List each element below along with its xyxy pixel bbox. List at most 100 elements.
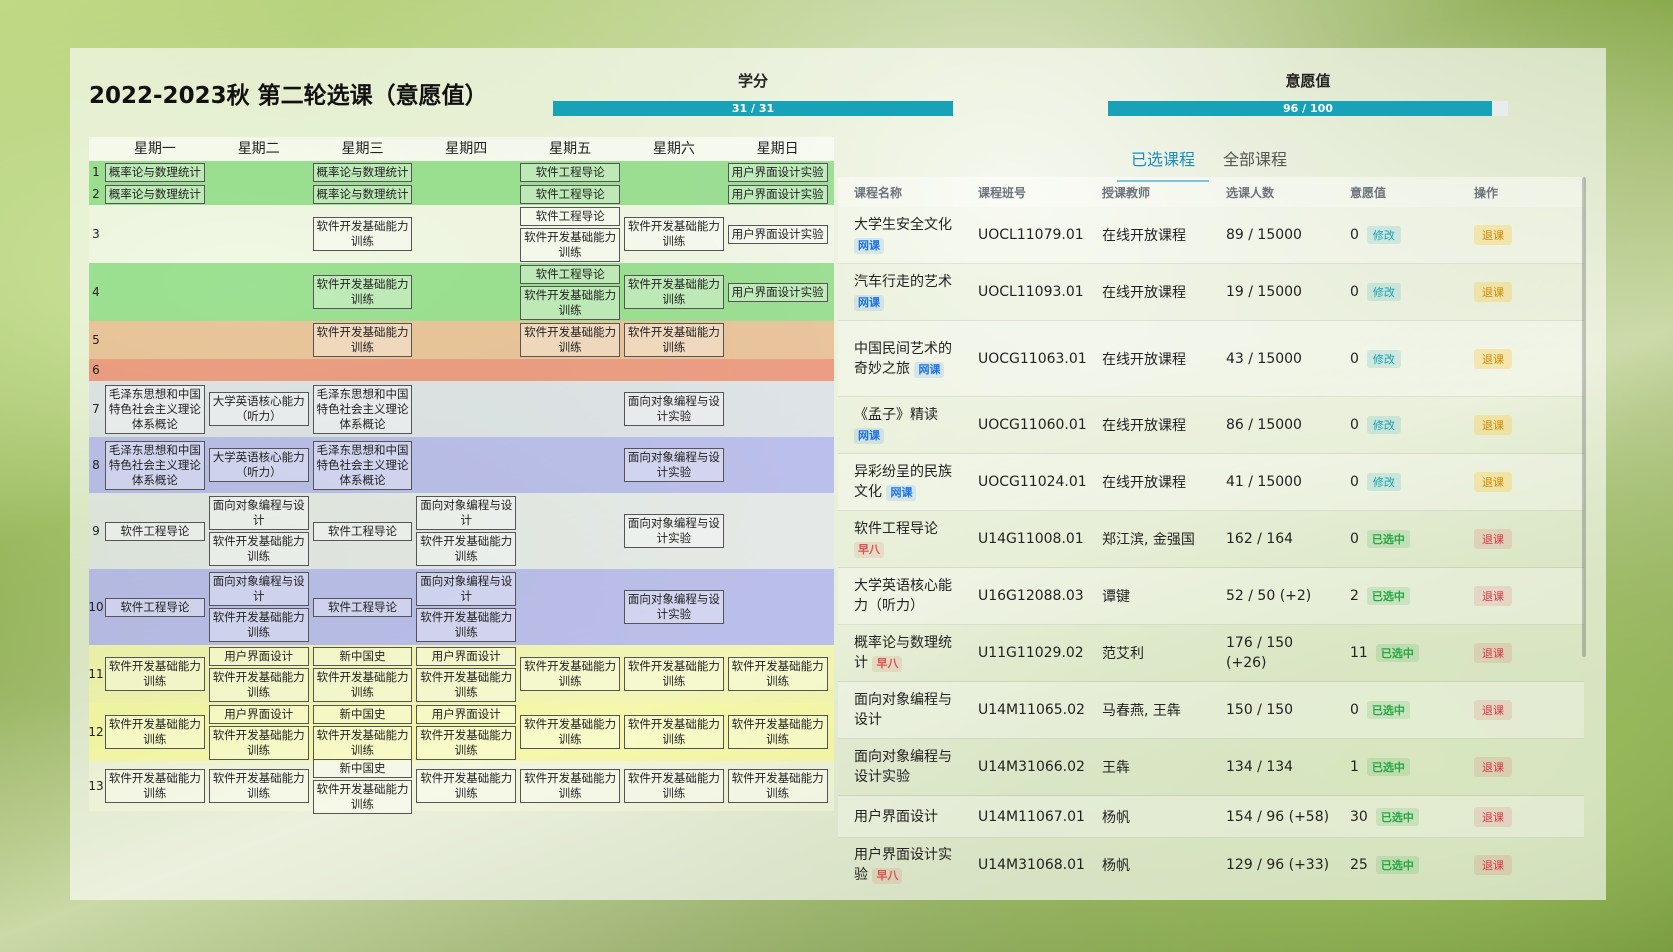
drop-course-button[interactable]: 退课 [1474,643,1512,663]
course-block[interactable]: 面向对象编程与设计实验 [623,392,724,426]
course-block[interactable]: 软件开发基础能力训练 [312,323,413,357]
course-block[interactable]: 用户界面设计实验 [727,162,828,182]
edit-button[interactable]: 修改 [1366,226,1401,244]
course-block[interactable]: 面向对象编程与设计实验 [623,514,724,548]
course-block[interactable]: 概率论与数理统计 [312,162,413,182]
course-block[interactable]: 新中国史 [312,646,413,666]
course-block[interactable]: 软件开发基础能力训练 [623,657,724,691]
course-block[interactable]: 软件开发基础能力训练 [416,532,517,566]
course-block[interactable]: 用户界面设计 [208,646,309,666]
course-block[interactable]: 面向对象编程与设计 [416,572,517,606]
drop-course-button[interactable]: 退课 [1474,529,1512,549]
course-block[interactable]: 软件开发基础能力训练 [520,227,620,262]
course-block[interactable]: 软件开发基础能力训练 [520,715,620,749]
timetable-cell: 面向对象编程与设计实验 [622,493,726,569]
timetable-cell: 软件开发基础能力训练 [726,645,830,703]
course-block[interactable]: 软件开发基础能力训练 [416,667,517,702]
selected-badge: 已选中 [1366,758,1410,776]
credits-meter: 学分 31 / 31 [553,70,953,116]
course-block[interactable]: 概率论与数理统计 [105,184,205,204]
course-block[interactable]: 软件开发基础能力训练 [623,275,724,309]
drop-course-button[interactable]: 退课 [1474,282,1512,302]
course-block[interactable]: 用户界面设计 [416,646,517,666]
course-block[interactable]: 软件开发基础能力训练 [416,608,517,642]
course-block[interactable]: 软件开发基础能力训练 [312,779,413,814]
course-block[interactable]: 软件开发基础能力训练 [623,769,724,803]
course-block[interactable]: 毛泽东思想和中国特色社会主义理论体系概论 [312,384,413,434]
drop-course-button[interactable]: 退课 [1474,700,1512,720]
course-block[interactable]: 软件开发基础能力训练 [520,285,620,320]
course-block[interactable]: 用户界面设计 [416,704,517,724]
drop-course-button[interactable]: 退课 [1474,806,1512,827]
course-block[interactable]: 面向对象编程与设计 [416,496,517,530]
course-block[interactable]: 软件工程导论 [312,597,413,617]
course-block[interactable]: 软件开发基础能力训练 [416,769,517,803]
course-block[interactable]: 软件开发基础能力训练 [416,725,517,760]
course-block[interactable]: 软件开发基础能力训练 [312,217,413,251]
timetable-cell: 毛泽东思想和中国特色社会主义理论体系概论 [311,381,415,437]
drop-course-button[interactable]: 退课 [1474,472,1512,492]
course-block[interactable]: 软件工程导论 [520,162,620,182]
course-block[interactable]: 软件开发基础能力训练 [208,608,309,642]
drop-course-button[interactable]: 退课 [1474,415,1512,435]
course-block[interactable]: 软件开发基础能力训练 [312,275,413,309]
course-block[interactable]: 用户界面设计 [208,704,309,724]
drop-course-button[interactable]: 退课 [1474,757,1512,777]
edit-button[interactable]: 修改 [1366,473,1401,491]
course-block[interactable]: 新中国史 [312,758,413,778]
drop-course-button[interactable]: 退课 [1474,348,1512,369]
course-table-scrollbar[interactable] [1582,177,1586,657]
course-block[interactable]: 用户界面设计实验 [727,184,828,204]
timetable-cell [207,321,311,359]
course-block[interactable]: 软件开发基础能力训练 [105,715,205,749]
drop-course-button[interactable]: 退课 [1474,855,1512,875]
course-block[interactable]: 软件开发基础能力训练 [208,769,309,803]
course-block[interactable]: 软件工程导论 [105,597,205,617]
course-block[interactable]: 用户界面设计实验 [727,282,828,302]
course-block[interactable]: 面向对象编程与设计实验 [623,448,724,482]
course-block[interactable]: 软件工程导论 [105,521,205,541]
course-block[interactable]: 软件开发基础能力训练 [623,217,724,251]
edit-button[interactable]: 修改 [1366,283,1401,301]
course-block[interactable]: 新中国史 [312,704,413,724]
course-block[interactable]: 软件开发基础能力训练 [727,769,828,803]
course-block[interactable]: 软件工程导论 [312,521,413,541]
course-block[interactable]: 面向对象编程与设计 [208,496,309,530]
course-block[interactable]: 软件开发基础能力训练 [208,532,309,566]
course-block[interactable]: 软件开发基础能力训练 [727,715,828,749]
timetable-cell [518,359,622,381]
course-block[interactable]: 软件开发基础能力训练 [520,657,620,691]
edit-button[interactable]: 修改 [1366,416,1401,434]
course-block[interactable]: 软件开发基础能力训练 [105,657,205,691]
tab-all-courses[interactable]: 全部课程 [1209,140,1301,182]
course-block[interactable]: 软件工程导论 [520,184,620,204]
drop-course-button[interactable]: 退课 [1474,225,1512,245]
course-block[interactable]: 大学英语核心能力（听力） [208,448,309,482]
course-block[interactable]: 毛泽东思想和中国特色社会主义理论体系概论 [312,440,413,490]
course-block[interactable]: 软件开发基础能力训练 [105,769,205,803]
course-block[interactable]: 大学英语核心能力（听力） [208,392,309,426]
course-block[interactable]: 用户界面设计实验 [727,224,828,244]
course-block[interactable]: 概率论与数理统计 [312,184,413,204]
course-block[interactable]: 软件开发基础能力训练 [727,657,828,691]
edit-button[interactable]: 修改 [1366,349,1401,368]
course-block[interactable]: 软件开发基础能力训练 [312,725,413,760]
course-block[interactable]: 软件开发基础能力训练 [623,715,724,749]
course-block[interactable]: 软件开发基础能力训练 [520,769,620,803]
course-block[interactable]: 软件开发基础能力训练 [312,667,413,702]
enrollment-count: 43 / 15000 [1226,350,1302,367]
course-block[interactable]: 毛泽东思想和中国特色社会主义理论体系概论 [105,384,205,434]
tab-selected-courses[interactable]: 已选课程 [1117,140,1210,182]
course-block[interactable]: 软件工程导论 [520,264,620,284]
course-block[interactable]: 面向对象编程与设计 [208,572,309,606]
course-block[interactable]: 概率论与数理统计 [105,162,205,182]
course-block[interactable]: 软件开发基础能力训练 [520,323,620,357]
course-block[interactable]: 毛泽东思想和中国特色社会主义理论体系概论 [105,440,205,490]
course-block[interactable]: 软件开发基础能力训练 [208,725,309,760]
action-cell: 退课 [1458,225,1584,245]
course-block[interactable]: 面向对象编程与设计实验 [623,590,724,624]
course-block[interactable]: 软件开发基础能力训练 [208,667,309,702]
course-block[interactable]: 软件开发基础能力训练 [623,323,724,357]
course-block[interactable]: 软件工程导论 [520,206,620,226]
drop-course-button[interactable]: 退课 [1474,586,1512,606]
